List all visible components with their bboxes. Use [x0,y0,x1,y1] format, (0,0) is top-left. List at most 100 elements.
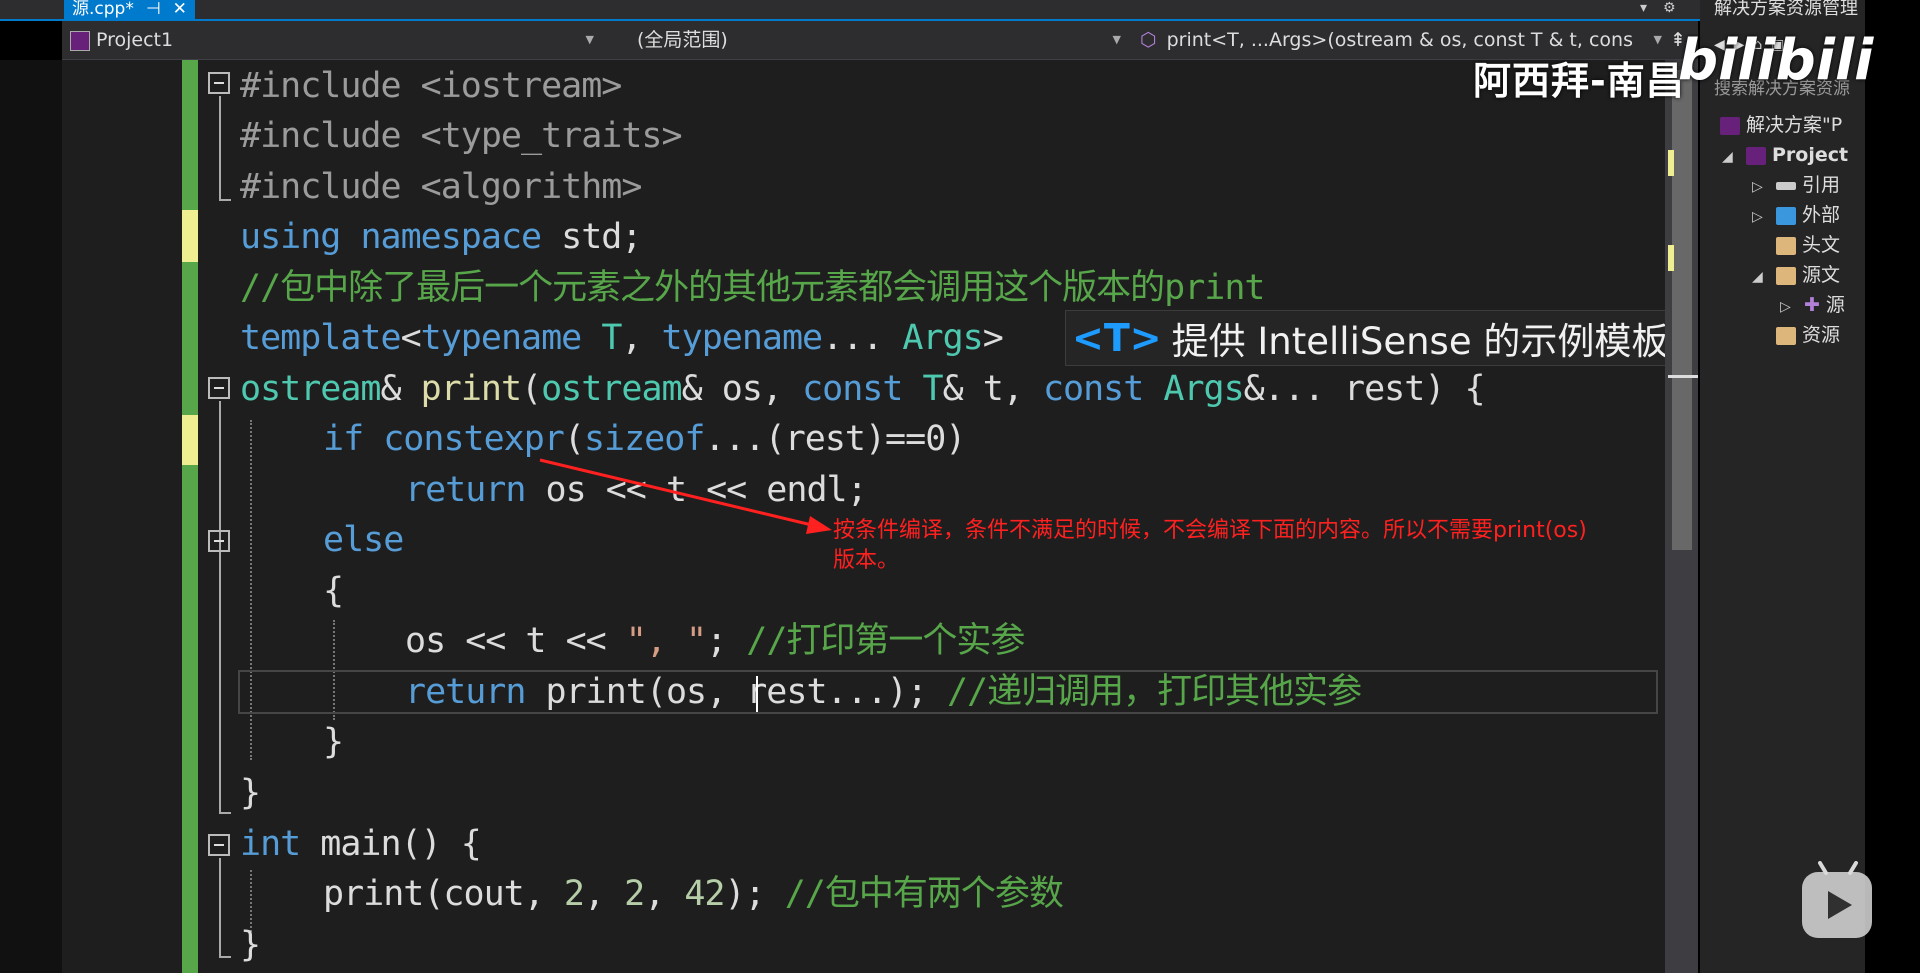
references-icon [1776,181,1796,190]
string-literal: ", " [625,621,707,661]
code-line-5: //包中除了最后一个元素之外的其他元素都会调用这个版本的print [240,264,1266,312]
collapsed-triangle-icon[interactable]: ▷ [1780,292,1794,322]
keyword: typename [420,318,583,358]
tree-item-label: 外部 [1802,204,1841,226]
scrollbar-change-marker [1668,150,1674,176]
expanded-triangle-icon[interactable]: ◢ [1722,142,1736,172]
include-directive: #include <iostream> [240,66,622,106]
tree-item-label: Project [1772,144,1849,166]
code-comment: //包中有两个参数 [784,874,1064,914]
play-icon[interactable] [1802,872,1872,938]
keyword: int [240,824,301,864]
code-text: print(cout, [323,874,564,914]
scope-combo-label: (全局范围) [637,29,728,51]
intellisense-template-bar[interactable]: <T> 提供 IntelliSense 的示例模板参 [1065,310,1667,366]
code-line-2: #include <type_traits> [240,112,683,160]
code-line-3: #include <algorithm> [240,163,642,211]
uploader-watermark: 阿西拜-南昌 [1473,59,1685,103]
code-text: ( [521,369,542,409]
scrollbar-change-marker [1668,245,1674,271]
keyword: typename [661,318,824,358]
tree-item-references[interactable]: ▷ 引用 [1752,170,1840,200]
close-tab-icon[interactable]: ✕ [173,1,187,18]
type-name: ostream [240,369,382,409]
solution-explorer-title: 解决方案资源管理 [1714,0,1858,19]
tree-item-solution[interactable]: 解决方案"P [1720,110,1842,140]
tree-item-source-cpp[interactable]: ▷ ✚ 源 [1780,290,1845,320]
scope-combo[interactable]: (全局范围) ▼ [607,25,1127,55]
code-text: , [583,874,625,914]
type-name: ostream [541,369,683,409]
code-text: > [982,318,1004,358]
outline-line [219,858,221,958]
scrollbar-thumb[interactable] [1672,70,1692,550]
collapsed-triangle-icon[interactable]: ▷ [1752,172,1766,202]
window-left-edge [0,60,62,973]
tree-item-label: 资源 [1802,324,1841,346]
folder-icon [1776,326,1796,345]
scrollbar-caret-marker [1668,375,1698,378]
code-text: print(os, rest...); [525,672,947,712]
code-comment: //包中除了最后一个元素之外的其他元素都会调用这个版本的print [240,268,1266,308]
tree-item-project[interactable]: ◢ Project [1722,140,1848,170]
code-text: os << t << [405,621,626,661]
collapse-region-icon[interactable] [208,377,230,399]
keyword: namespace [360,217,542,257]
keyword: return [405,470,526,510]
code-text: &... rest) { [1243,369,1486,409]
include-directive: #include <type_traits> [240,116,683,156]
code-line-14: } [323,718,344,766]
collapse-region-icon[interactable] [208,72,230,94]
keyword: using [240,217,341,257]
tree-item-label: 源文 [1802,264,1841,286]
code-text: ... [822,318,903,358]
annotation-line-1: 按条件编译，条件不满足的时候，不会编译下面的内容。所以不需要print(os) [833,518,1587,543]
code-line-13: return print(os, rest...); //递归调用，打印其他实参 [405,668,1362,716]
expanded-triangle-icon[interactable]: ◢ [1752,262,1766,292]
function-name: print [420,369,522,409]
external-deps-icon [1776,206,1796,225]
tree-item-external-deps[interactable]: ▷ 外部 [1752,200,1840,230]
bilibili-logo: bilibili [1678,28,1874,93]
code-text: { [323,571,344,611]
tree-item-resource-files[interactable]: 资源 [1776,320,1840,350]
method-icon: ⬡ [1140,29,1157,51]
code-text: std; [541,217,642,257]
type-name: T [922,369,944,409]
code-line-16: int main() { [240,820,482,868]
solution-explorer: 解决方案资源管理 ◀ ▶ ⌂ ▣ 搜索解决方案资源 解决方案"P ◢ Projec… [1700,0,1865,973]
tree-item-header-files[interactable]: 头文 [1776,230,1840,260]
navigation-bar: Project1 ▼ (全局范围) ▼ ⬡ print<T, ...Args>(o… [62,21,1698,60]
code-text: & [380,369,421,409]
tree-item-label: 引用 [1802,174,1841,196]
type-name: T [601,318,622,358]
project-combo[interactable]: Project1 ▼ [70,25,600,55]
folder-icon [1776,236,1796,255]
number-literal: 42 [684,874,725,914]
code-line-15: } [240,769,261,817]
document-tab[interactable]: 源.cpp* ⊣ ✕ [64,0,195,19]
pin-tab-icon[interactable]: ⊣ [146,1,161,18]
code-line-4: using namespace std; [240,213,642,261]
settings-gear-icon[interactable]: ⚙ [1663,0,1676,18]
code-text: } [323,722,344,762]
tab-dropdown-icon[interactable]: ▾ [1640,0,1647,18]
collapse-region-icon[interactable] [208,530,230,552]
annotation-arrow-head [806,516,832,534]
include-directive: #include <algorithm> [240,167,642,207]
code-text: & os, [681,369,803,409]
red-annotation: 按条件编译，条件不满足的时候，不会编译下面的内容。所以不需要print(os) … [833,516,1633,576]
code-line-7: ostream& print(ostream& os, const T& t, … [240,365,1486,413]
code-text: , [644,874,685,914]
tree-item-source-files[interactable]: ◢ 源文 [1752,260,1840,290]
collapsed-triangle-icon[interactable]: ▷ [1752,202,1766,232]
keyword: const [1042,369,1144,409]
outline-line [219,956,231,958]
change-tracking-bar [182,60,198,973]
number-literal: 2 [624,874,645,914]
unsaved-change-marker [182,415,198,465]
keyword: return [405,672,526,712]
project-icon [70,30,90,51]
collapse-region-icon[interactable] [208,834,230,856]
keyword: template [240,318,402,358]
